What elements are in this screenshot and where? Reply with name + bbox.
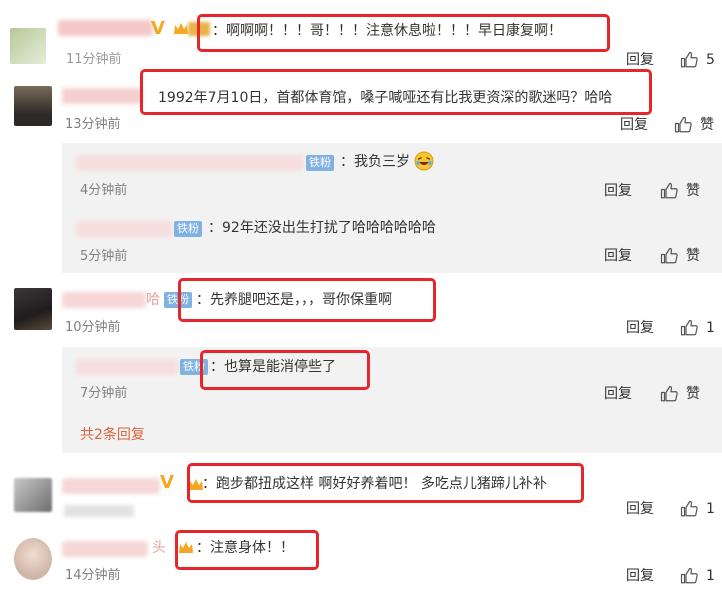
avatar[interactable]: [14, 86, 52, 126]
reply-button[interactable]: 回复: [620, 116, 648, 134]
thumbs-up-icon: [680, 567, 698, 584]
username-blurred[interactable]: [62, 292, 146, 308]
username-blurred[interactable]: [62, 478, 160, 494]
avatar[interactable]: [14, 478, 52, 512]
like-count: 1: [706, 568, 715, 584]
reply-button[interactable]: 回复: [626, 500, 654, 518]
like-button[interactable]: 5: [680, 51, 715, 69]
highlight-box: [187, 463, 584, 503]
like-button[interactable]: 1: [680, 567, 715, 585]
like-button[interactable]: 1: [680, 500, 715, 518]
fan-badge: 铁粉: [174, 221, 202, 237]
highlight-box: [178, 278, 436, 322]
username-blurred[interactable]: [62, 88, 142, 104]
fan-badge: 铁粉: [306, 155, 334, 171]
highlight-box: [200, 350, 370, 390]
sub-reply-time: 5分钟前: [80, 249, 128, 264]
username-blurred[interactable]: [76, 221, 172, 237]
reply-button[interactable]: 回复: [626, 51, 654, 69]
comment-time: 11分钟前: [66, 52, 122, 67]
username-blurred[interactable]: [76, 155, 304, 171]
like-button[interactable]: 赞: [660, 182, 700, 200]
comment-time-blurred: [64, 505, 134, 517]
username-blurred[interactable]: [62, 541, 148, 557]
username-tail[interactable]: 头: [152, 538, 166, 558]
like-count: 5: [706, 52, 715, 68]
crown-icon: [174, 23, 188, 34]
username-blurred[interactable]: [58, 20, 153, 36]
thumbs-up-icon: [680, 51, 698, 68]
avatar[interactable]: [14, 288, 52, 330]
like-count: 1: [706, 320, 715, 336]
reply-button[interactable]: 回复: [604, 385, 632, 403]
sub-reply-time: 7分钟前: [80, 386, 128, 401]
sub-reply-time: 4分钟前: [80, 183, 128, 198]
thumbs-up-icon: [660, 182, 678, 199]
like-button[interactable]: 赞: [660, 247, 700, 265]
highlight-box: [175, 530, 319, 570]
thumbs-up-icon: [680, 500, 698, 517]
username-tail[interactable]: 哈: [146, 290, 160, 310]
thumbs-up-icon: [674, 116, 692, 133]
highlight-box: [197, 14, 610, 52]
reply-button[interactable]: 回复: [604, 247, 632, 265]
highlight-box: [140, 69, 652, 115]
thumbs-up-icon: [680, 319, 698, 336]
comment-time: 13分钟前: [65, 117, 121, 132]
like-label: 赞: [700, 117, 714, 133]
avatar[interactable]: [10, 28, 46, 64]
reply-button[interactable]: 回复: [604, 182, 632, 200]
view-more-replies-link[interactable]: 共2条回复: [80, 426, 145, 444]
sub-reply-text: ：我负三岁: [340, 154, 410, 170]
like-button[interactable]: 1: [680, 319, 715, 337]
avatar[interactable]: [14, 538, 52, 580]
thumbs-up-icon: [660, 247, 678, 264]
like-button[interactable]: 赞: [674, 116, 714, 134]
like-label: 赞: [686, 183, 700, 199]
like-label: 赞: [686, 248, 700, 264]
v-verified-icon: V: [151, 18, 165, 39]
like-count: 1: [706, 501, 715, 517]
like-label: 赞: [686, 386, 700, 402]
v-verified-icon: V: [160, 472, 174, 493]
reply-button[interactable]: 回复: [626, 319, 654, 337]
like-button[interactable]: 赞: [660, 385, 700, 403]
laughing-emoji-icon: [414, 151, 434, 171]
username-blurred[interactable]: [76, 359, 178, 375]
comment-time: 10分钟前: [65, 320, 121, 335]
comment-time: 14分钟前: [65, 568, 121, 583]
thumbs-up-icon: [660, 385, 678, 402]
reply-button[interactable]: 回复: [626, 567, 654, 585]
sub-reply-text: ：92年还没出生打扰了哈哈哈哈哈哈: [208, 220, 436, 236]
